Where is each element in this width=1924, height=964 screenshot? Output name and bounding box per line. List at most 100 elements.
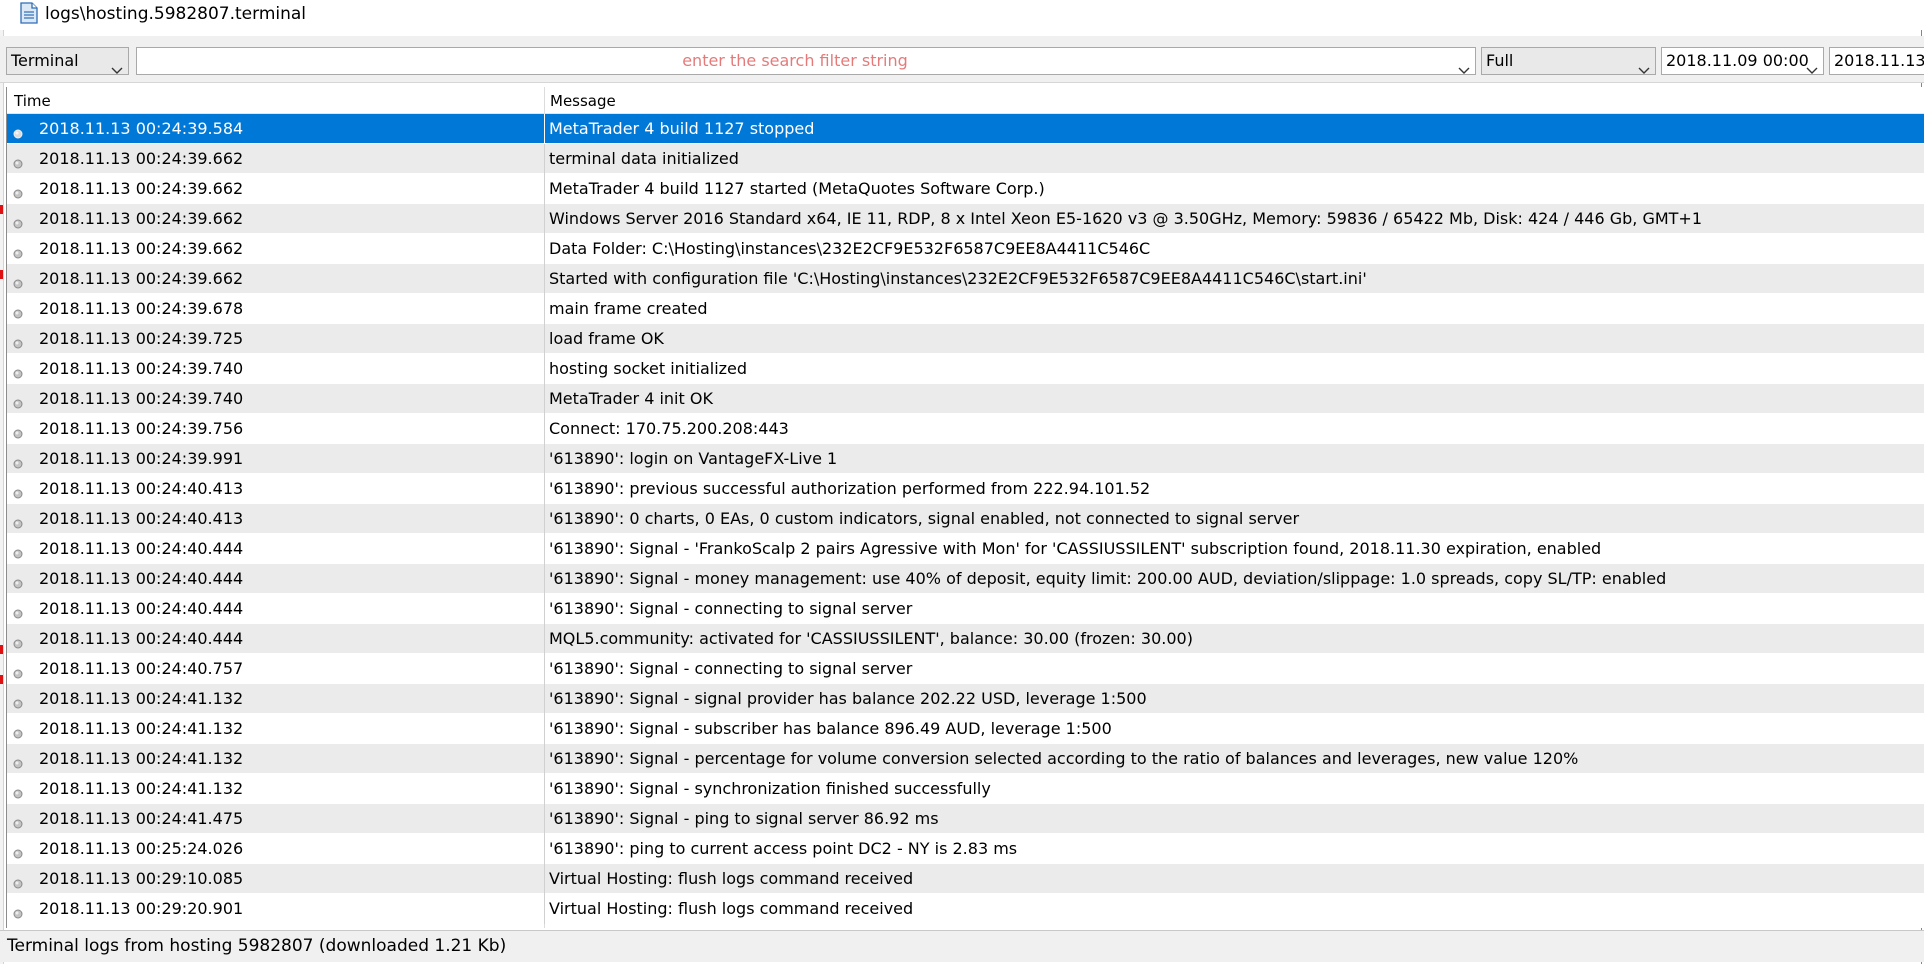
row-message: load frame OK <box>549 329 664 348</box>
chevron-down-icon <box>1806 57 1818 74</box>
row-time: 2018.11.13 00:24:40.444 <box>39 539 244 558</box>
table-row[interactable]: 2018.11.13 00:24:40.444 '613890': Signal … <box>7 564 1924 594</box>
table-row[interactable]: 2018.11.13 00:24:39.662 Data Folder: C:\H… <box>7 234 1924 264</box>
table-row[interactable]: 2018.11.13 00:24:40.444 '613890': Signal … <box>7 534 1924 564</box>
row-time: 2018.11.13 00:29:20.901 <box>39 899 244 918</box>
row-message: MetaTrader 4 build 1127 stopped <box>549 119 815 138</box>
row-message: '613890': ping to current access point D… <box>549 839 1018 858</box>
status-dot-icon <box>13 574 23 589</box>
row-message: '613890': Signal - connecting to signal … <box>549 599 913 618</box>
row-time: 2018.11.13 00:24:40.413 <box>39 479 244 498</box>
status-dot-icon <box>13 544 23 559</box>
row-time: 2018.11.13 00:24:40.444 <box>39 569 244 588</box>
row-time: 2018.11.13 00:24:41.132 <box>39 779 244 798</box>
date-to-picker[interactable]: 2018.11.13 2 <box>1829 47 1924 75</box>
log-level-select[interactable]: Full <box>1481 47 1656 75</box>
edge-marker <box>0 270 3 279</box>
date-from-picker[interactable]: 2018.11.09 00:00 <box>1661 47 1824 75</box>
cell-divider <box>544 354 545 384</box>
row-time: 2018.11.13 00:24:41.132 <box>39 749 244 768</box>
table-row[interactable]: 2018.11.13 00:24:41.132 '613890': Signal … <box>7 684 1924 714</box>
row-message: Virtual Hosting: flush logs command rece… <box>549 869 914 888</box>
row-time: 2018.11.13 00:24:39.662 <box>39 179 244 198</box>
row-message: Windows Server 2016 Standard x64, IE 11,… <box>549 209 1703 228</box>
left-window-edge <box>0 0 4 964</box>
row-message: Connect: 170.75.200.208:443 <box>549 419 789 438</box>
table-row[interactable]: 2018.11.13 00:24:39.662 Windows Server 20… <box>7 204 1924 234</box>
row-message: hosting socket initialized <box>549 359 748 378</box>
column-header-message[interactable]: Message <box>550 87 616 113</box>
table-row[interactable]: 2018.11.13 00:24:41.475 '613890': Signal … <box>7 804 1924 834</box>
table-row[interactable]: 2018.11.13 00:24:39.662 Started with conf… <box>7 264 1924 294</box>
status-dot-icon <box>13 784 23 799</box>
row-time: 2018.11.13 00:24:40.444 <box>39 599 244 618</box>
status-dot-icon <box>13 214 23 229</box>
table-row[interactable]: 2018.11.13 00:24:39.991 '613890': login o… <box>7 444 1924 474</box>
status-dot-icon <box>13 514 23 529</box>
status-dot-icon <box>13 454 23 469</box>
chevron-down-icon <box>111 57 123 74</box>
chevron-down-icon <box>1638 57 1650 74</box>
table-row[interactable]: 2018.11.13 00:24:41.132 '613890': Signal … <box>7 714 1924 744</box>
row-message: MetaTrader 4 build 1127 started (MetaQuo… <box>549 179 1045 198</box>
row-time: 2018.11.13 00:24:39.662 <box>39 149 244 168</box>
table-row[interactable]: 2018.11.13 00:24:39.662 MetaTrader 4 buil… <box>7 174 1924 204</box>
table-row[interactable]: 2018.11.13 00:24:40.413 '613890': 0 chart… <box>7 504 1924 534</box>
table-row[interactable]: 2018.11.13 00:29:10.085 Virtual Hosting: … <box>7 864 1924 894</box>
row-message: main frame created <box>549 299 708 318</box>
row-message: '613890': Signal - ping to signal server… <box>549 809 939 828</box>
source-select-value: Terminal <box>11 51 79 70</box>
cell-divider <box>544 204 545 234</box>
row-message: '613890': Signal - synchronization finis… <box>549 779 991 798</box>
status-dot-icon <box>13 154 23 169</box>
table-row[interactable]: 2018.11.13 00:24:39.678 main frame create… <box>7 294 1924 324</box>
status-dot-icon <box>13 844 23 859</box>
edge-marker <box>0 645 3 654</box>
table-row[interactable]: 2018.11.13 00:24:40.413 '613890': previou… <box>7 474 1924 504</box>
row-time: 2018.11.13 00:24:39.756 <box>39 419 244 438</box>
row-message: Data Folder: C:\Hosting\instances\232E2C… <box>549 239 1151 258</box>
table-row[interactable]: 2018.11.13 00:24:39.725 load frame OK <box>7 324 1924 354</box>
table-row[interactable]: 2018.11.13 00:24:39.584 MetaTrader 4 buil… <box>7 114 1924 144</box>
row-time: 2018.11.13 00:25:24.026 <box>39 839 244 858</box>
status-text: Terminal logs from hosting 5982807 (down… <box>7 936 507 956</box>
cell-divider <box>544 774 545 804</box>
status-dot-icon <box>13 124 23 139</box>
row-message: '613890': Signal - money management: use… <box>549 569 1667 588</box>
row-message: '613890': Signal - 'FrankoScalp 2 pairs … <box>549 539 1602 558</box>
window-title: logs\hosting.5982807.terminal <box>45 4 307 24</box>
cell-divider <box>544 474 545 504</box>
table-row[interactable]: 2018.11.13 00:24:40.444 '613890': Signal … <box>7 594 1924 624</box>
table-row[interactable]: 2018.11.13 00:24:41.132 '613890': Signal … <box>7 744 1924 774</box>
column-header-time[interactable]: Time <box>14 87 51 113</box>
source-select[interactable]: Terminal <box>6 47 129 75</box>
table-row[interactable]: 2018.11.13 00:24:40.444 MQL5.community: a… <box>7 624 1924 654</box>
table-row[interactable]: 2018.11.13 00:29:20.901 Virtual Hosting: … <box>7 894 1924 924</box>
table-row[interactable]: 2018.11.13 00:24:40.757 '613890': Signal … <box>7 654 1924 684</box>
table-row[interactable]: 2018.11.13 00:24:41.132 '613890': Signal … <box>7 774 1924 804</box>
search-filter-input[interactable]: enter the search filter string <box>136 47 1476 75</box>
chevron-down-icon <box>1458 57 1470 74</box>
table-row[interactable]: 2018.11.13 00:25:24.026 '613890': ping to… <box>7 834 1924 864</box>
table-row[interactable]: 2018.11.13 00:24:39.740 hosting socket in… <box>7 354 1924 384</box>
row-time: 2018.11.13 00:24:41.132 <box>39 719 244 738</box>
cell-divider <box>544 384 545 414</box>
cell-divider <box>544 534 545 564</box>
status-dot-icon <box>13 244 23 259</box>
row-message: '613890': login on VantageFX-Live 1 <box>549 449 838 468</box>
row-message: terminal data initialized <box>549 149 739 168</box>
row-message: MQL5.community: activated for 'CASSIUSSI… <box>549 629 1193 648</box>
table-row[interactable]: 2018.11.13 00:24:39.756 Connect: 170.75.2… <box>7 414 1924 444</box>
row-message: '613890': previous successful authorizat… <box>549 479 1151 498</box>
status-dot-icon <box>13 394 23 409</box>
table-row[interactable]: 2018.11.13 00:24:39.662 terminal data ini… <box>7 144 1924 174</box>
table-row[interactable]: 2018.11.13 00:24:39.740 MetaTrader 4 init… <box>7 384 1924 414</box>
status-dot-icon <box>13 424 23 439</box>
row-message: Virtual Hosting: flush logs command rece… <box>549 899 914 918</box>
row-message: '613890': Signal - percentage for volume… <box>549 749 1579 768</box>
cell-divider <box>544 234 545 264</box>
search-placeholder: enter the search filter string <box>682 51 908 70</box>
cell-divider <box>544 864 545 894</box>
cell-divider <box>544 594 545 624</box>
row-time: 2018.11.13 00:24:40.413 <box>39 509 244 528</box>
